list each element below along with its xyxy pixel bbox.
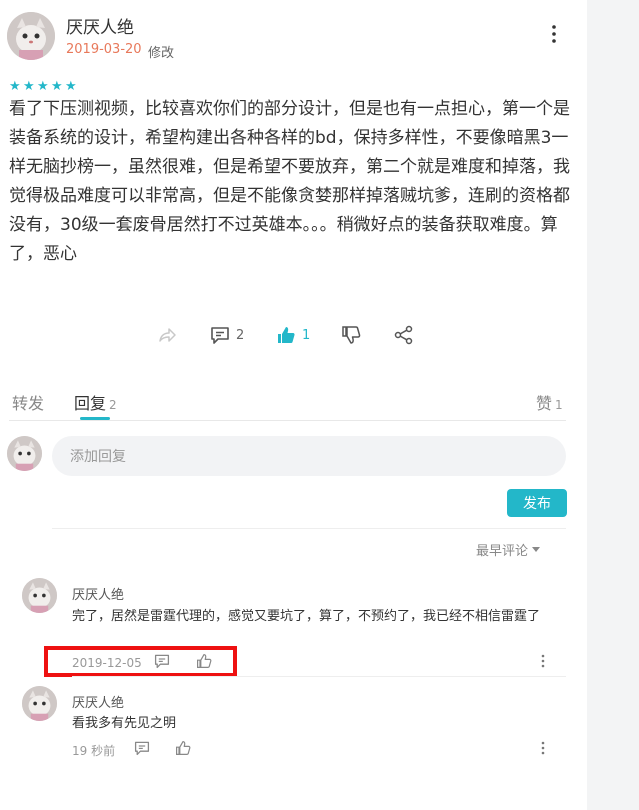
comment-more-icon[interactable]: [538, 653, 548, 673]
star-icon: ★: [51, 79, 63, 94]
post-more-icon[interactable]: [544, 24, 564, 48]
network-share-button[interactable]: [394, 325, 414, 345]
tab-likes-count: 1: [555, 398, 563, 412]
comment-author[interactable]: 厌厌人绝: [72, 584, 124, 603]
thumbs-down-icon: [342, 326, 361, 344]
rating-stars: ★ ★ ★ ★ ★: [9, 79, 77, 94]
review-text: 看了下压测视频，比较喜欢你们的部分设计，但是也有一点担心，第一个是装备系统的设计…: [9, 99, 570, 264]
comment-icon: [134, 741, 150, 756]
comment-avatar[interactable]: [22, 578, 57, 613]
right-gutter: [587, 0, 639, 810]
network-share-icon: [394, 325, 413, 345]
comment-reply-button[interactable]: [134, 740, 150, 760]
tab-replies[interactable]: 回复 2: [74, 390, 117, 414]
dislike-button[interactable]: [341, 325, 361, 345]
section-divider: [52, 528, 566, 529]
share-icon: [159, 328, 176, 342]
like-count: 1: [302, 327, 311, 343]
star-icon: ★: [9, 79, 21, 94]
sort-dropdown[interactable]: 最早评论: [476, 540, 541, 559]
tabs-divider: [9, 420, 566, 421]
post-date: 2019-03-20: [66, 42, 142, 57]
caret-down-icon: [532, 546, 541, 552]
thumbs-up-icon: [278, 327, 295, 343]
comment-like-button[interactable]: [175, 740, 191, 760]
comment-text: 看我多有先见之明: [72, 716, 177, 731]
comment-icon: [211, 327, 229, 344]
comment-author[interactable]: 厌厌人绝: [72, 692, 124, 711]
tab-replies-label: 回复: [74, 394, 107, 413]
publish-button[interactable]: 发布: [507, 489, 567, 517]
current-user-avatar: [7, 436, 42, 471]
highlight-box: [44, 646, 237, 677]
comment-time: 19 秒前: [72, 744, 116, 758]
thumbs-up-icon: [176, 741, 191, 755]
comment-more-icon[interactable]: [538, 740, 548, 760]
reply-input-container: [52, 436, 566, 478]
post-author-name[interactable]: 厌厌人绝: [66, 13, 134, 38]
tab-likes[interactable]: 赞1: [536, 390, 563, 414]
edit-link[interactable]: 修改: [148, 42, 174, 61]
star-icon: ★: [37, 79, 49, 94]
tab-repost[interactable]: 转发: [12, 390, 44, 414]
comment-text: 完了，居然是雷霆代理的，感觉又要坑了，算了，不预约了，我已经不相信雷霆了: [72, 609, 541, 624]
star-icon: ★: [65, 79, 77, 94]
reply-input[interactable]: [68, 436, 542, 478]
star-icon: ★: [23, 79, 35, 94]
like-button[interactable]: 1: [276, 325, 310, 345]
tab-replies-count: 2: [109, 398, 117, 412]
comment-avatar[interactable]: [22, 686, 57, 721]
tab-likes-label: 赞: [536, 394, 553, 413]
sort-label: 最早评论: [476, 544, 529, 559]
comment-button[interactable]: 2: [210, 325, 244, 345]
comment-divider: [72, 676, 566, 677]
tab-repost-label: 转发: [12, 394, 45, 413]
share-button[interactable]: [157, 325, 177, 345]
post-author-avatar[interactable]: [7, 12, 55, 60]
comment-count: 2: [236, 327, 245, 343]
